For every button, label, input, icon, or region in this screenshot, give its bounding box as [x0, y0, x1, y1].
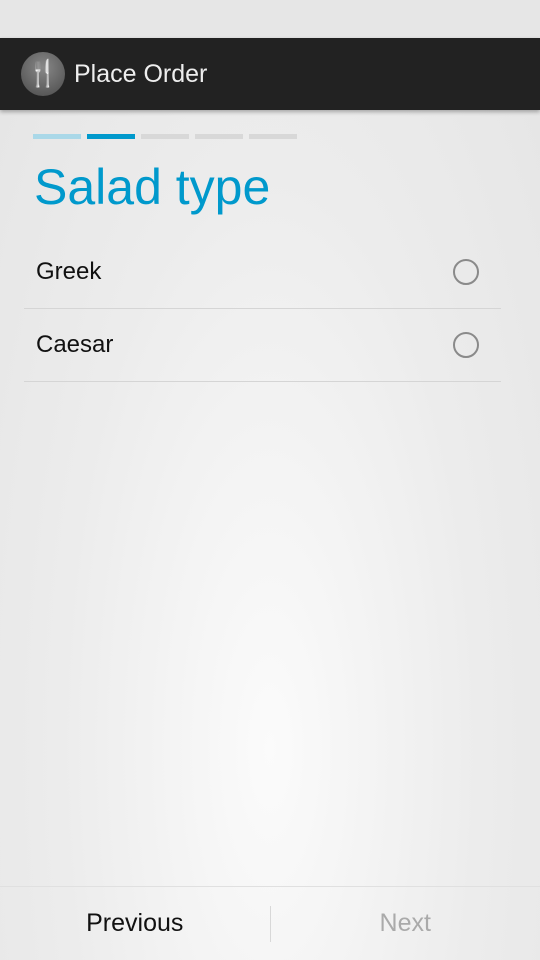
fork-knife-icon[interactable]: 🍴 — [21, 52, 65, 96]
step-2 — [87, 134, 135, 139]
previous-button[interactable]: Previous — [0, 909, 270, 938]
option-greek[interactable]: Greek — [24, 236, 501, 309]
action-bar: 🍴 Place Order — [0, 38, 540, 110]
option-caesar[interactable]: Caesar — [24, 309, 501, 382]
app-title: Place Order — [74, 59, 208, 88]
step-4 — [195, 134, 243, 139]
option-label: Greek — [36, 258, 102, 285]
radio-button[interactable] — [453, 259, 479, 285]
step-1 — [33, 134, 81, 139]
page-title: Salad type — [34, 159, 271, 215]
option-label: Caesar — [36, 331, 114, 358]
option-list: Greek Caesar — [24, 236, 501, 382]
step-indicator — [33, 134, 297, 139]
radio-button[interactable] — [453, 332, 479, 358]
step-5 — [249, 134, 297, 139]
status-bar — [0, 0, 540, 38]
step-3 — [141, 134, 189, 139]
next-button[interactable]: Next — [271, 909, 540, 938]
footer: Previous Next — [0, 886, 540, 960]
